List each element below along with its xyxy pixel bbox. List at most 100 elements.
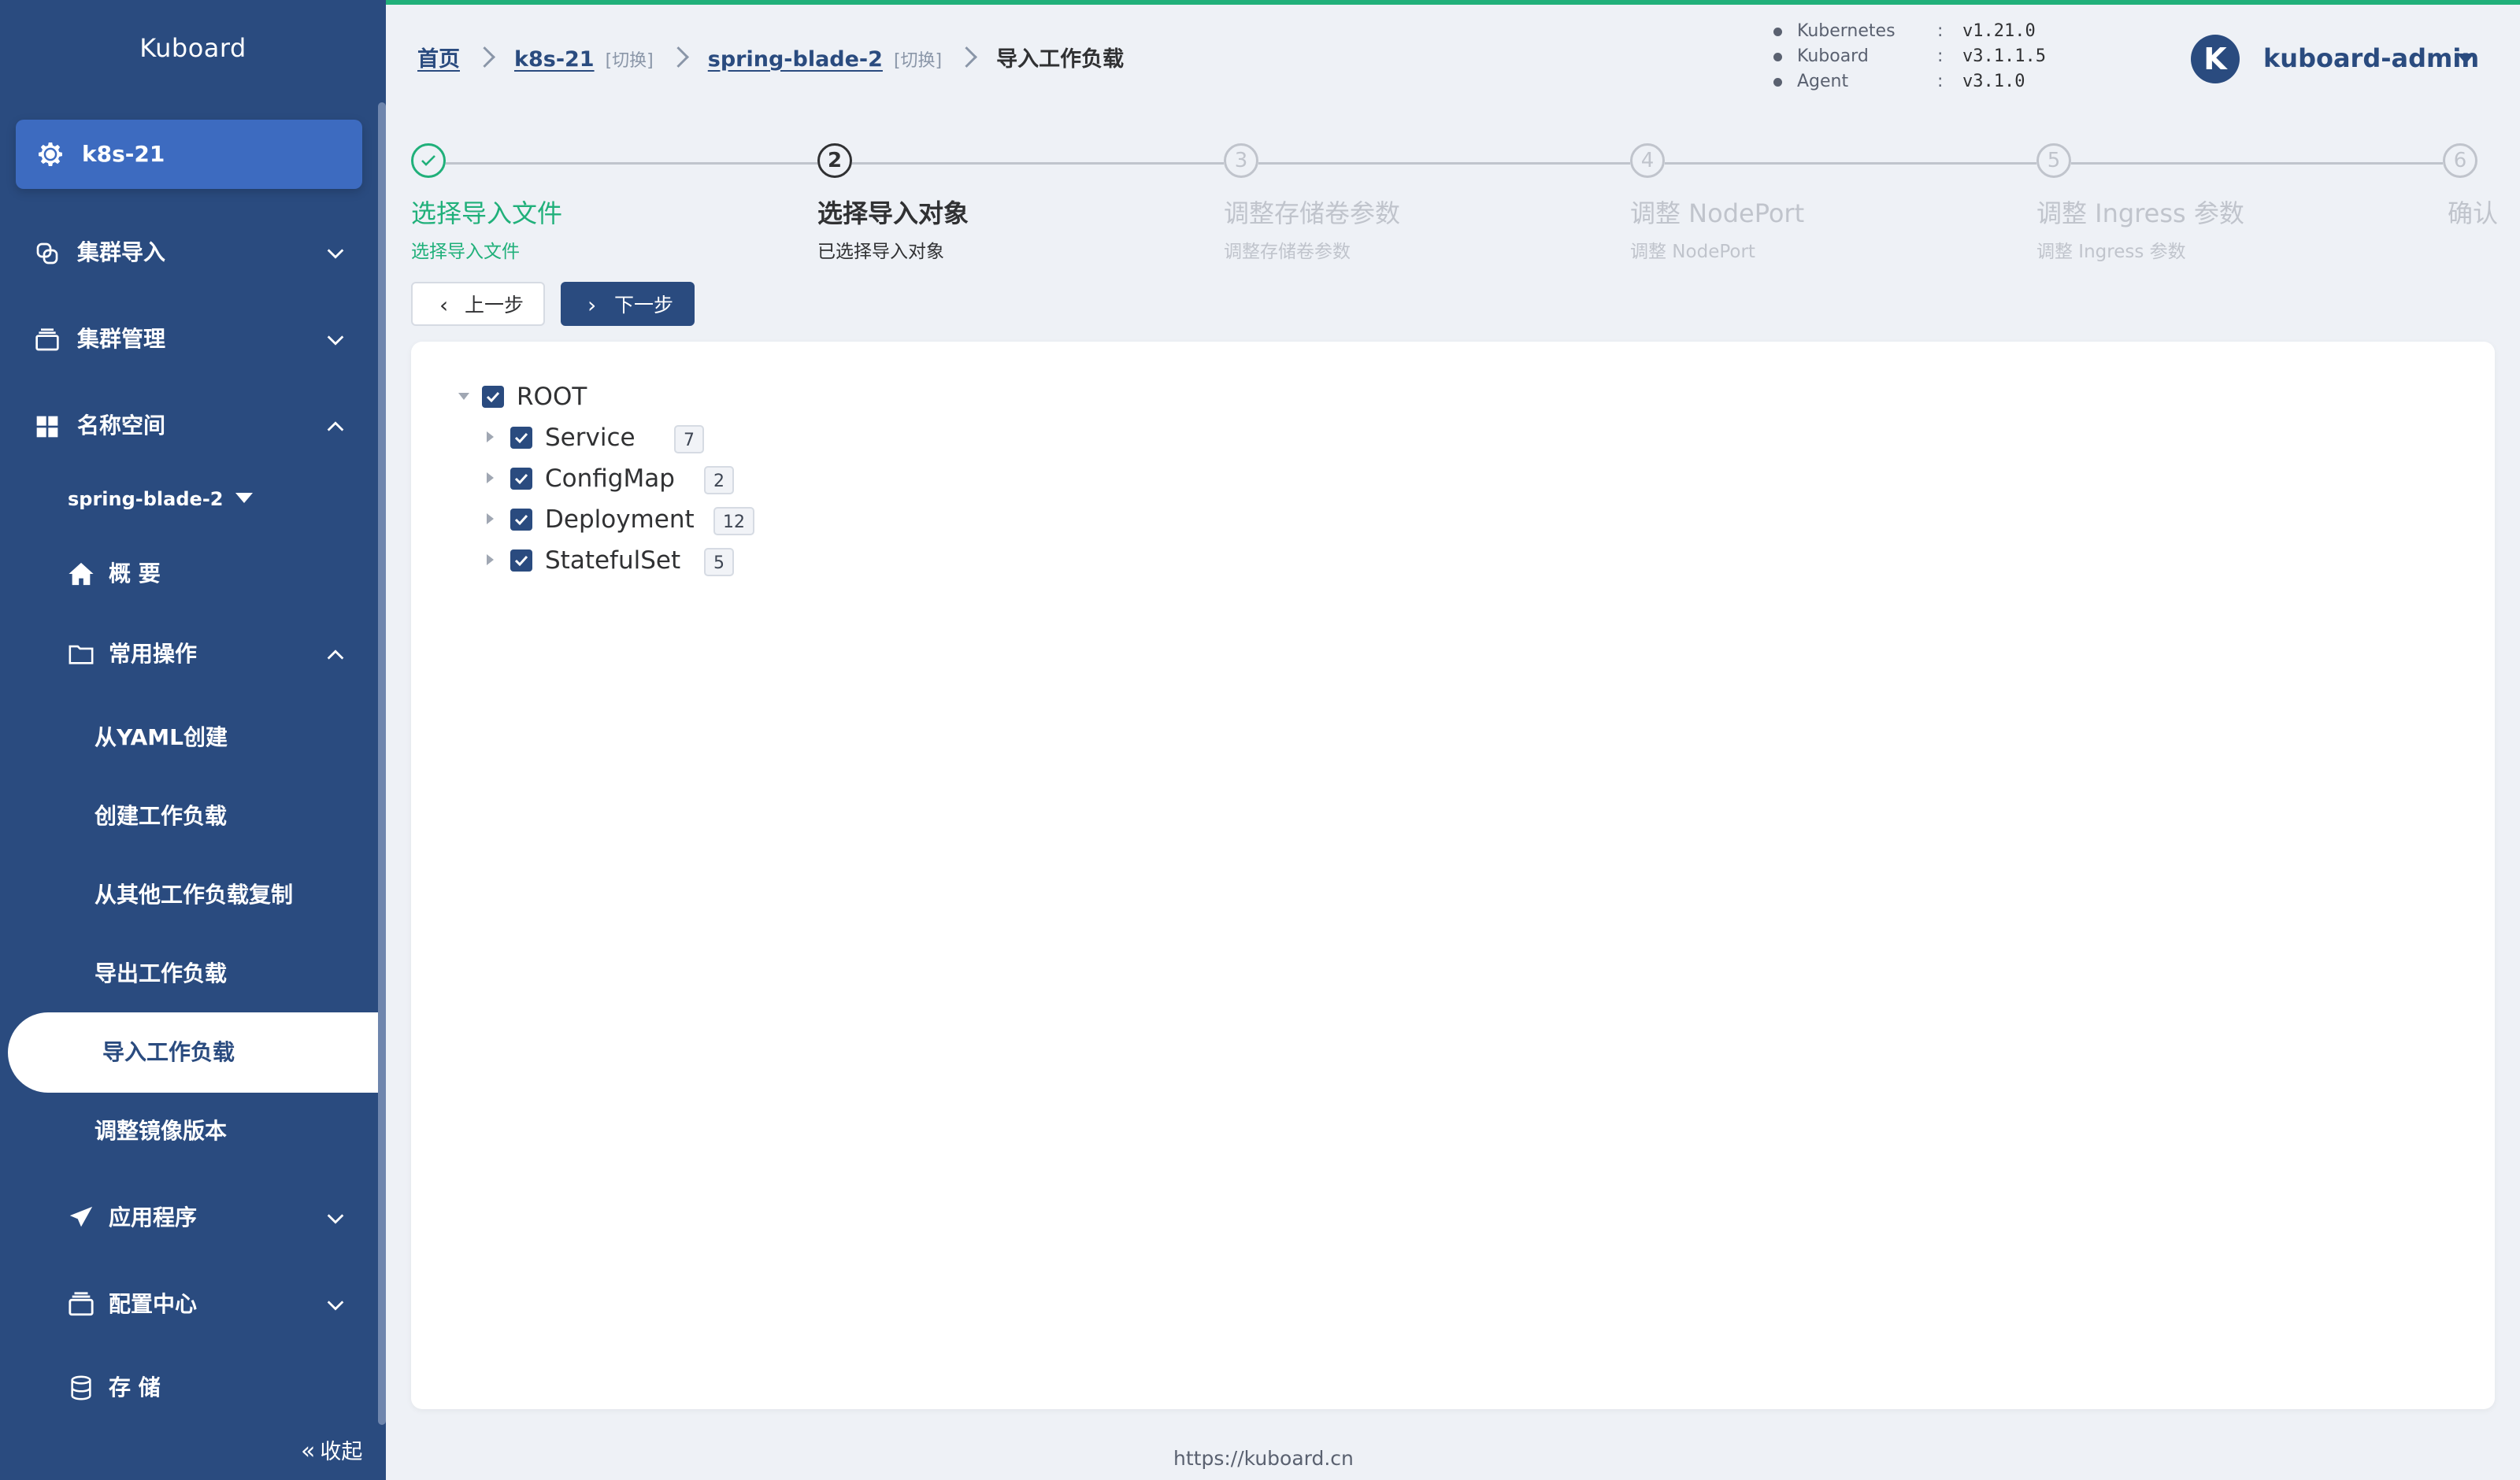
nav-applications[interactable]: 应用程序 — [0, 1190, 386, 1245]
chevron-left-icon: ‹ — [439, 292, 449, 318]
step-number: 4 — [1630, 143, 1665, 178]
prev-step-button[interactable]: ‹ 上一步 — [411, 282, 545, 326]
nav-adjust-image-version[interactable]: 调整镜像版本 — [0, 1104, 386, 1159]
nav-config-center[interactable]: 配置中心 — [0, 1277, 386, 1332]
version-name: Kubernetes — [1797, 21, 1896, 41]
breadcrumb-home[interactable]: 首页 — [417, 47, 460, 72]
breadcrumb-current: 导入工作负载 — [996, 47, 1125, 72]
step-title: 选择导入文件 — [411, 198, 563, 228]
tree-node-label: Deployment — [545, 505, 695, 534]
step-number: 2 — [817, 143, 852, 178]
nav-cluster-manage[interactable]: 集群管理 — [0, 312, 386, 367]
nav-export-workload[interactable]: 导出工作负载 — [0, 946, 386, 1001]
breadcrumb-cluster-switch[interactable]: [切换] — [606, 51, 654, 71]
version-info: Kubernetes : v1.21.0 Kuboard : v3.1.1.5 … — [1773, 19, 2136, 94]
version-separator: : — [1937, 72, 1944, 91]
nav-label: 常用操作 — [109, 641, 198, 667]
footer-link[interactable]: https://kuboard.cn — [1173, 1445, 1354, 1472]
expand-caret-icon[interactable] — [487, 554, 494, 565]
expand-caret-icon[interactable] — [487, 513, 494, 524]
nav-label: 配置中心 — [109, 1291, 198, 1317]
namespace-name: spring-blade-2 — [68, 488, 224, 510]
chevron-down-icon — [327, 1214, 344, 1224]
gear-icon — [39, 142, 62, 166]
step-title: 选择导入对象 — [817, 198, 969, 228]
nav-overview[interactable]: 概 要 — [0, 546, 386, 601]
step-number: 5 — [2036, 143, 2071, 178]
step-title: 调整 NodePort — [1630, 198, 1805, 228]
home-icon — [69, 562, 94, 586]
expand-caret-icon[interactable] — [487, 431, 494, 442]
count-badge: 7 — [674, 425, 704, 453]
cluster-selector[interactable]: k8s-21 — [16, 120, 362, 189]
version-value: v3.1.1.5 — [1962, 46, 2046, 66]
step-description: 选择导入文件 — [411, 242, 520, 262]
sidebar: Kuboard k8s-21 集群导入 集群管理 名称空间 spring-bla… — [0, 0, 386, 1480]
version-value: v3.1.0 — [1962, 72, 2025, 91]
caret-down-icon — [2457, 54, 2474, 64]
step-connector — [1665, 162, 2036, 165]
step-number: 6 — [2443, 143, 2477, 178]
checkbox-checked[interactable] — [482, 386, 504, 408]
breadcrumb-namespace[interactable]: spring-blade-2 — [708, 47, 883, 72]
cluster-name: k8s-21 — [82, 141, 165, 167]
checkbox-checked[interactable] — [510, 468, 532, 490]
tree-node-label: ConfigMap — [545, 464, 675, 493]
nav-copy-workload[interactable]: 从其他工作负载复制 — [0, 868, 386, 923]
next-step-button[interactable]: › 下一步 — [561, 282, 695, 326]
checkbox-checked[interactable] — [510, 427, 532, 449]
server-icon — [69, 1292, 94, 1316]
checkbox-checked[interactable] — [510, 509, 532, 531]
version-separator: : — [1937, 21, 1944, 41]
bullet-icon — [1773, 78, 1782, 87]
collapse-sidebar-button[interactable]: «收起 — [301, 1436, 362, 1468]
chevron-right-icon — [667, 46, 689, 68]
expand-caret-icon[interactable] — [487, 472, 494, 483]
step-connector — [446, 162, 817, 165]
expand-caret-icon[interactable] — [458, 393, 469, 400]
version-value: v1.21.0 — [1962, 21, 2036, 41]
count-badge: 2 — [704, 466, 734, 494]
step-title: 调整 Ingress 参数 — [2036, 198, 2244, 228]
tree-node-label: ROOT — [517, 383, 587, 411]
step-description: 调整 NodePort — [1630, 242, 1755, 262]
app-logo: Kuboard — [139, 33, 246, 63]
nav-common-ops[interactable]: 常用操作 — [0, 627, 386, 682]
tree-node-label: StatefulSet — [545, 546, 681, 575]
chevron-up-icon — [327, 649, 344, 660]
import-object-tree-panel: ROOT Service 7 ConfigMap 2 Deployment 12… — [411, 342, 2495, 1409]
nav-cluster-import[interactable]: 集群导入 — [0, 225, 386, 280]
nav-import-workload-active[interactable]: 导入工作负载 — [8, 1012, 378, 1093]
nav-label: 创建工作负载 — [94, 803, 228, 829]
tree-node-label: Service — [545, 424, 636, 452]
chevron-down-icon — [327, 249, 344, 259]
server-icon — [35, 328, 59, 351]
nav-label: 从YAML创建 — [94, 724, 228, 750]
breadcrumb-cluster[interactable]: k8s-21 — [514, 47, 595, 72]
bullet-icon — [1773, 28, 1782, 36]
step-description: 调整 Ingress 参数 — [2036, 242, 2186, 262]
breadcrumb: 首页 k8s-21 [切换] spring-blade-2 [切换] 导入工作负载 — [417, 44, 1124, 77]
version-row: Kubernetes : v1.21.0 — [1773, 19, 2136, 44]
user-name: kuboard-admin — [2263, 43, 2480, 73]
nav-create-workload[interactable]: 创建工作负载 — [0, 789, 386, 844]
nav-storage[interactable]: 存 储 — [0, 1360, 386, 1415]
nav-label: 集群管理 — [77, 326, 166, 352]
version-name: Agent — [1797, 72, 1849, 91]
nav-label: 从其他工作负载复制 — [94, 882, 294, 908]
step-title: 确认 — [2448, 198, 2499, 228]
button-label: 下一步 — [614, 294, 674, 316]
send-icon — [69, 1206, 93, 1227]
button-label: 上一步 — [465, 294, 524, 316]
count-badge: 5 — [704, 548, 734, 576]
checkbox-checked[interactable] — [510, 549, 532, 572]
version-row: Agent : v3.1.0 — [1773, 69, 2136, 94]
avatar: K — [2191, 35, 2240, 83]
nav-namespace[interactable]: 名称空间 — [0, 398, 386, 453]
nav-create-from-yaml[interactable]: 从YAML创建 — [0, 710, 386, 765]
version-separator: : — [1937, 46, 1944, 66]
bullet-icon — [1773, 53, 1782, 61]
namespace-selector[interactable]: spring-blade-2 — [68, 483, 254, 515]
breadcrumb-namespace-switch[interactable]: [切换] — [894, 51, 942, 71]
nav-label: 集群导入 — [77, 239, 166, 265]
